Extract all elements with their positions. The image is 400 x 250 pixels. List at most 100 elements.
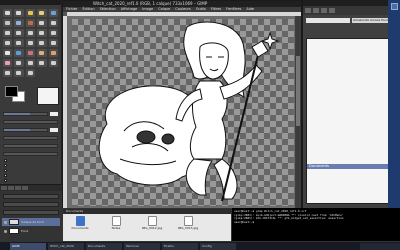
dock-list[interactable]: Documents (306, 38, 398, 204)
tool-option-row[interactable] (3, 127, 58, 133)
paintbrush-tool-icon[interactable] (48, 49, 58, 57)
checkbox-box[interactable] (4, 169, 7, 172)
image-canvas[interactable] (72, 19, 294, 206)
lasso-tool-icon[interactable] (25, 9, 36, 17)
option-checkbox[interactable] (4, 159, 57, 162)
size-slider[interactable] (3, 128, 48, 132)
menu-file[interactable]: Fichier (66, 7, 77, 12)
brushes-tab-icon[interactable] (305, 8, 311, 13)
paths-tab-icon[interactable] (15, 186, 21, 190)
layers-tab-icon[interactable] (1, 186, 7, 190)
clone-tool-icon[interactable] (37, 59, 47, 67)
option-checkbox[interactable] (4, 164, 57, 167)
menu-select[interactable]: Sélection (100, 7, 116, 12)
aspect-ratio-slider[interactable] (3, 136, 58, 140)
size-value-field[interactable] (50, 128, 58, 132)
dodge-burn-tool-icon[interactable] (25, 69, 36, 77)
option-checkbox[interactable] (4, 174, 57, 177)
brush-selector[interactable] (3, 120, 58, 124)
layer-item[interactable]: Fond (2, 227, 60, 235)
ellipse-select-tool-icon[interactable] (14, 9, 24, 17)
pencil-tool-icon[interactable] (37, 49, 47, 57)
scale-tool-icon[interactable] (3, 39, 13, 47)
taskbar-item-gimp[interactable]: GIMP (10, 242, 46, 250)
bucket-fill-tool-icon[interactable] (14, 49, 24, 57)
eye-icon[interactable] (4, 220, 7, 224)
checkbox-box[interactable] (4, 179, 7, 182)
eye-icon[interactable] (4, 229, 7, 233)
scrollbar-thumb[interactable] (296, 56, 300, 126)
fonts-tab-icon[interactable] (329, 8, 335, 13)
menu-view[interactable]: Affichage (121, 7, 137, 12)
gradients-tab-icon[interactable] (321, 8, 327, 13)
channels-tab-icon[interactable] (8, 186, 14, 190)
measure-tool-icon[interactable] (3, 29, 13, 37)
move-tool-icon[interactable] (14, 29, 24, 37)
color-picker-tool-icon[interactable] (37, 19, 47, 27)
zoom-tool-icon[interactable] (48, 19, 58, 27)
opacity-value-field[interactable] (50, 112, 58, 116)
menu-layer[interactable]: Calque (158, 7, 170, 12)
cage-tool-icon[interactable] (48, 39, 58, 47)
file-item[interactable]: Notes (103, 216, 129, 234)
select-by-color-tool-icon[interactable] (48, 9, 58, 17)
canvas-area[interactable] (67, 16, 295, 209)
smudge-tool-icon[interactable] (3, 69, 13, 77)
tool-option-row[interactable] (3, 111, 58, 117)
tool-option-row[interactable] (3, 135, 58, 141)
menu-help[interactable]: Aide (246, 7, 254, 12)
file-item[interactable]: IMG_0015.jpg (175, 216, 201, 234)
crop-tool-icon[interactable] (37, 29, 47, 37)
fuzzy-select-tool-icon[interactable] (37, 9, 47, 17)
system-tray[interactable] (360, 242, 400, 250)
paths-tool-icon[interactable] (25, 19, 36, 27)
layer-lock-toggles[interactable] (3, 210, 59, 215)
taskbar-item-image[interactable]: Witch_cat_2020 (48, 242, 84, 250)
option-checkbox[interactable] (4, 179, 57, 182)
rect-select-tool-icon[interactable] (3, 9, 13, 17)
checkbox-box[interactable] (4, 174, 7, 177)
menu-windows[interactable]: Fenêtres (226, 7, 241, 12)
text-tool-icon[interactable] (3, 49, 13, 57)
file-item[interactable]: IMG_0012.jpg (139, 216, 165, 234)
menu-colors[interactable]: Couleurs (175, 7, 190, 12)
align-tool-icon[interactable] (25, 29, 36, 37)
foreground-color-swatch[interactable] (5, 86, 18, 97)
taskbar-item-files[interactable]: Documents (86, 242, 122, 250)
flip-tool-icon[interactable] (37, 39, 47, 47)
menu-edit[interactable]: Édition (82, 7, 94, 12)
patterns-tab-icon[interactable] (313, 8, 319, 13)
brush-preview[interactable] (37, 87, 59, 105)
airbrush-tool-icon[interactable] (14, 59, 24, 67)
taskbar-item-browser[interactable]: Firefox (162, 242, 198, 250)
tool-option-row[interactable] (3, 151, 58, 157)
rotate-tool-icon[interactable] (48, 29, 58, 37)
blur-tool-icon[interactable] (14, 69, 24, 77)
gradient-tool-icon[interactable] (25, 49, 36, 57)
eraser-tool-icon[interactable] (3, 59, 13, 67)
taskbar-item-config[interactable]: Config (200, 242, 236, 250)
checkbox-box[interactable] (4, 164, 7, 167)
scissors-tool-icon[interactable] (3, 19, 13, 27)
foreground-select-tool-icon[interactable] (14, 19, 24, 27)
angle-slider[interactable] (3, 144, 58, 148)
option-checkbox[interactable] (4, 169, 57, 172)
layer-opacity-slider[interactable] (3, 202, 59, 207)
terminal-window[interactable]: user@host:~$ gimp Witch_cat_2020_ref1.0.… (232, 208, 400, 242)
tool-option-row[interactable] (3, 143, 58, 149)
menu-tools[interactable]: Outils (196, 7, 206, 12)
tool-option-row[interactable] (3, 119, 58, 125)
list-item-selected[interactable]: Documents (307, 164, 397, 169)
dynamics-selector[interactable] (3, 152, 58, 156)
opacity-slider[interactable] (3, 112, 48, 116)
perspective-tool-icon[interactable] (25, 39, 36, 47)
ink-tool-icon[interactable] (25, 59, 36, 67)
layer-item[interactable]: Calque de fond (2, 218, 60, 226)
layer-mode-select[interactable] (3, 194, 59, 199)
vertical-scrollbar[interactable] (295, 16, 301, 209)
shear-tool-icon[interactable] (14, 39, 24, 47)
undo-tab-icon[interactable] (22, 186, 28, 190)
menu-image[interactable]: Image (142, 7, 153, 12)
heal-tool-icon[interactable] (48, 59, 58, 67)
file-item[interactable]: Documents (67, 216, 93, 234)
